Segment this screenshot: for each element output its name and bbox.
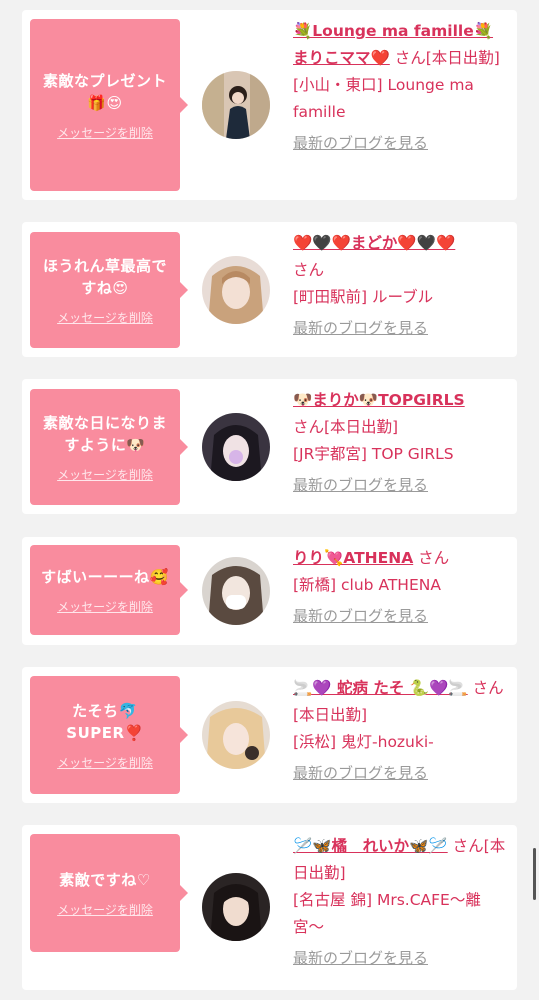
avatar-image — [202, 873, 270, 941]
avatar[interactable] — [202, 873, 270, 941]
delete-message-link[interactable]: メッセージを削除 — [57, 466, 153, 483]
delete-message-link[interactable]: メッセージを削除 — [57, 309, 153, 326]
delete-message-link[interactable]: メッセージを削除 — [57, 754, 153, 771]
delete-message-link[interactable]: メッセージを削除 — [57, 598, 153, 615]
message-text: 素敵なプレゼント🎁😍 — [42, 71, 167, 112]
message-bubble: 素敵な日になりますように🐶 メッセージを削除 — [30, 389, 188, 505]
latest-blog-link[interactable]: 最新のブログを見る — [293, 130, 428, 157]
message-bubble: ほうれん草最高ですね😍 メッセージを削除 — [30, 232, 188, 348]
scrollbar-thumb[interactable] — [533, 848, 536, 900]
latest-blog-link[interactable]: 最新のブログを見る — [293, 760, 428, 787]
avatar[interactable] — [202, 413, 270, 481]
cast-info: 🪡🦋橘 れいか🦋🪡 さん[本日出勤] [名古屋 錦] Mrs.CAFE〜離宮〜 … — [293, 833, 508, 972]
message-text: 素敵な日になりますように🐶 — [42, 413, 167, 454]
shop-name: [浜松] 鬼灯-hozuki- — [293, 733, 434, 751]
latest-blog-link[interactable]: 最新のブログを見る — [293, 603, 428, 630]
cast-name-link[interactable]: 🪡🦋橘 れいか🦋🪡 — [293, 837, 448, 855]
avatar-image — [202, 71, 270, 139]
shop-name: [町田駅前] ルーブル — [293, 288, 434, 306]
cast-name-link[interactable]: 🐶まりか🐶TOPGIRLS — [293, 391, 465, 409]
avatar-image — [202, 413, 270, 481]
avatar-image — [202, 557, 270, 625]
cast-info: ❤️🖤❤️まどか❤️🖤❤️ さん [町田駅前] ルーブル 最新のブログを見る — [293, 230, 508, 342]
delete-message-link[interactable]: メッセージを削除 — [57, 901, 153, 918]
message-card: たそち🐬SUPER❣️ メッセージを削除 🚬💜 蛇病 たそ 🐍💜🚬 さん[本日出… — [22, 667, 517, 803]
cast-suffix: さん — [293, 261, 325, 279]
message-bubble: すばいーーーね🥰 メッセージを削除 — [30, 545, 188, 635]
cast-suffix: さん — [418, 549, 450, 567]
avatar[interactable] — [202, 701, 270, 769]
message-card: ほうれん草最高ですね😍 メッセージを削除 ❤️🖤❤️まどか❤️🖤❤️ さん [町… — [22, 222, 517, 357]
cast-info: 💐Lounge ma famille💐まりこママ❤️ さん[本日出勤] [小山・… — [293, 18, 508, 157]
cast-suffix: さん[本日出勤] — [293, 418, 399, 436]
latest-blog-link[interactable]: 最新のブログを見る — [293, 315, 428, 342]
cast-suffix: さん[本日出勤] — [394, 49, 500, 67]
shop-name: [名古屋 錦] Mrs.CAFE〜離宮〜 — [293, 891, 481, 936]
delete-message-link[interactable]: メッセージを削除 — [57, 124, 153, 141]
shop-name: [小山・東口] Lounge ma famille — [293, 76, 474, 121]
cast-info: りり💘ATHENA さん [新橋] club ATHENA 最新のブログを見る — [293, 545, 508, 630]
message-card: すばいーーーね🥰 メッセージを削除 りり💘ATHENA さん [新橋] club… — [22, 537, 517, 645]
cast-name-link[interactable]: りり💘ATHENA — [293, 549, 413, 567]
avatar[interactable] — [202, 71, 270, 139]
message-text: 素敵ですね♡ — [59, 870, 151, 889]
message-bubble: 素敵ですね♡ メッセージを削除 — [30, 834, 188, 952]
latest-blog-link[interactable]: 最新のブログを見る — [293, 472, 428, 499]
cast-name-link[interactable]: 🚬💜 蛇病 たそ 🐍💜🚬 — [293, 679, 468, 697]
message-card: 素敵なプレゼント🎁😍 メッセージを削除 💐Lounge ma famille💐ま… — [22, 10, 517, 200]
avatar-image — [202, 701, 270, 769]
avatar-image — [202, 256, 270, 324]
cast-info: 🚬💜 蛇病 たそ 🐍💜🚬 さん[本日出勤] [浜松] 鬼灯-hozuki- 最新… — [293, 675, 508, 787]
cast-name-link[interactable]: ❤️🖤❤️まどか❤️🖤❤️ — [293, 234, 455, 252]
avatar[interactable] — [202, 557, 270, 625]
avatar[interactable] — [202, 256, 270, 324]
latest-blog-link[interactable]: 最新のブログを見る — [293, 945, 428, 972]
shop-name: [JR宇都宮] TOP GIRLS — [293, 445, 454, 463]
message-text: すばいーーーね🥰 — [41, 567, 169, 586]
cast-info: 🐶まりか🐶TOPGIRLS さん[本日出勤] [JR宇都宮] TOP GIRLS… — [293, 387, 508, 499]
message-card: 素敵な日になりますように🐶 メッセージを削除 🐶まりか🐶TOPGIRLS さん[… — [22, 379, 517, 514]
shop-name: [新橋] club ATHENA — [293, 576, 441, 594]
message-bubble: たそち🐬SUPER❣️ メッセージを削除 — [30, 676, 188, 794]
message-text: ほうれん草最高ですね😍 — [42, 256, 167, 297]
message-card: 素敵ですね♡ メッセージを削除 🪡🦋橘 れいか🦋🪡 さん[本日出勤] [名古屋 … — [22, 825, 517, 990]
message-bubble: 素敵なプレゼント🎁😍 メッセージを削除 — [30, 19, 188, 191]
message-text: たそち🐬SUPER❣️ — [66, 701, 144, 742]
